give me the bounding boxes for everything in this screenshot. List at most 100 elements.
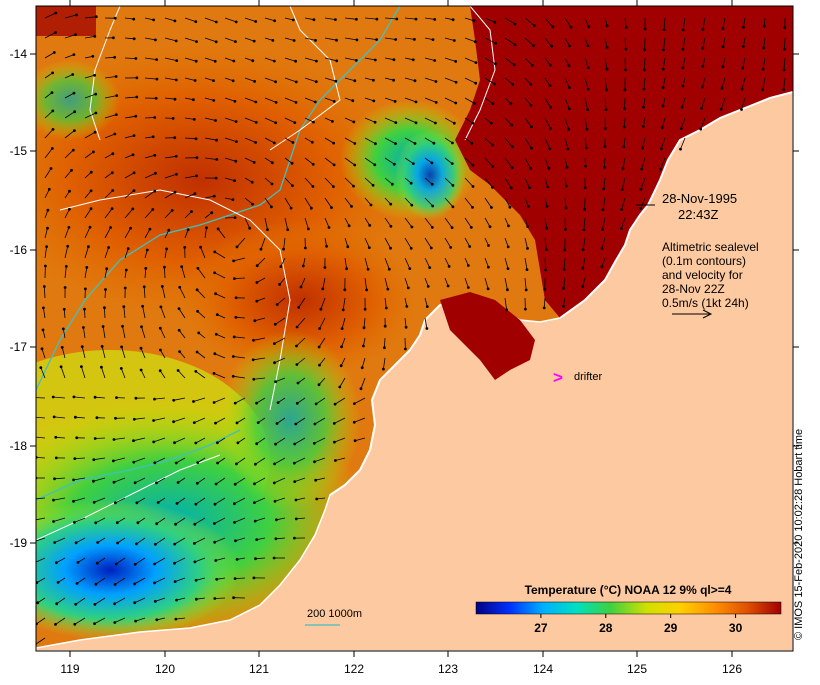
velocity-arrow-head (93, 501, 96, 504)
velocity-arrow-head (604, 127, 607, 130)
velocity-arrow-head (546, 186, 549, 189)
velocity-arrow-head (111, 171, 114, 174)
velocity-arrow-head (530, 126, 533, 129)
velocity-arrow-head (292, 141, 295, 144)
velocity-arrow-head (307, 228, 310, 231)
velocity-arrow-head (256, 281, 259, 284)
velocity-arrow-head (33, 498, 36, 501)
velocity-arrow-head (338, 386, 341, 389)
velocity-arrow-head (194, 20, 197, 23)
velocity-arrow-head (64, 286, 67, 289)
velocity-arrow-head (124, 287, 127, 290)
velocity-arrow-head (73, 129, 76, 132)
colorbar-tick-label: 29 (664, 621, 678, 635)
velocity-arrow-head (682, 48, 685, 51)
velocity-arrow-head (90, 189, 93, 192)
velocity-arrow-head (134, 481, 137, 484)
velocity-arrow-head (255, 300, 258, 303)
velocity-arrow-head (312, 121, 315, 124)
velocity-arrow-head (362, 345, 365, 348)
velocity-arrow-head (452, 184, 455, 187)
velocity-arrow-head (75, 541, 78, 544)
velocity-arrow-head (304, 247, 307, 250)
velocity-arrow-head (296, 402, 299, 405)
velocity-arrow-head (602, 188, 605, 191)
velocity-arrow-head (197, 332, 200, 335)
velocity-arrow-head (214, 422, 217, 425)
velocity-arrow-head (426, 305, 429, 308)
velocity-arrow-head (473, 102, 476, 105)
velocity-arrow-head (172, 117, 175, 120)
velocity-arrow-head (232, 355, 235, 358)
velocity-arrow-head (252, 378, 255, 381)
velocity-arrow-head (623, 107, 626, 110)
velocity-arrow-head (532, 44, 535, 47)
velocity-arrow-head (71, 73, 74, 76)
velocity-arrow-head (234, 402, 237, 405)
velocity-arrow-head (363, 326, 366, 329)
velocity-arrow-head (494, 42, 497, 45)
velocity-arrow-head (453, 39, 456, 42)
velocity-arrow-head (55, 457, 58, 460)
velocity-arrow-head (661, 126, 664, 129)
velocity-arrow-head (604, 145, 607, 148)
velocity-arrow-head (333, 100, 336, 103)
date-line-1: 28-Nov-1995 (662, 191, 737, 206)
velocity-arrow-head (294, 60, 297, 63)
velocity-arrow-head (640, 168, 643, 171)
velocity-arrow-head (662, 105, 665, 108)
velocity-arrow-head (116, 542, 119, 545)
velocity-arrow-head (132, 18, 135, 21)
velocity-arrow-head (471, 164, 474, 167)
velocity-arrow-head (172, 399, 175, 402)
velocity-arrow-head (232, 60, 235, 63)
lat-label: -18 (10, 439, 28, 453)
velocity-arrow-head (53, 541, 56, 544)
velocity-arrow-head (490, 206, 493, 209)
velocity-arrow-head (274, 80, 277, 83)
velocity-arrow-head (92, 151, 95, 154)
velocity-arrow-head (601, 265, 604, 268)
velocity-arrow-head (140, 369, 143, 372)
velocity-arrow-head (682, 29, 685, 32)
velocity-arrow-head (368, 224, 371, 227)
velocity-arrow-head (642, 125, 645, 128)
velocity-arrow-head (235, 21, 238, 24)
velocity-arrow-head (92, 458, 95, 461)
velocity-arrow-head (333, 164, 336, 167)
velocity-arrow-head (55, 561, 58, 564)
velocity-arrow-head (587, 88, 590, 91)
velocity-arrow-head (266, 228, 269, 231)
velocity-arrow-head (393, 163, 396, 166)
velocity-arrow-head (273, 482, 276, 485)
velocity-arrow-head (505, 308, 508, 311)
velocity-arrow-head (94, 396, 97, 399)
velocity-arrow-head (293, 39, 296, 42)
velocity-arrow-head (353, 142, 356, 145)
velocity-arrow-head (214, 292, 217, 295)
velocity-arrow-head (393, 58, 396, 61)
velocity-arrow-head (581, 267, 584, 270)
velocity-arrow-head (151, 208, 154, 211)
velocity-arrow-head (214, 119, 217, 122)
velocity-arrow-head (183, 246, 186, 249)
velocity-arrow-head (507, 225, 510, 228)
velocity-arrow-head (51, 110, 54, 113)
velocity-arrow-head (642, 106, 645, 109)
velocity-arrow-head (84, 288, 87, 291)
velocity-arrow-head (353, 402, 356, 405)
velocity-arrow-head (606, 24, 609, 27)
velocity-arrow-head (620, 208, 623, 211)
velocity-arrow-head (544, 269, 547, 272)
velocity-arrow-head (111, 207, 114, 210)
velocity-arrow-head (543, 288, 546, 291)
velocity-arrow-head (133, 418, 136, 421)
velocity-arrow-head (293, 537, 296, 540)
velocity-arrow-head (213, 522, 216, 525)
velocity-arrow-head (51, 72, 54, 75)
velocity-arrow-head (762, 68, 765, 71)
velocity-arrow-head (741, 88, 744, 91)
velocity-arrow-head (487, 266, 490, 269)
velocity-arrow-head (296, 326, 299, 329)
velocity-arrow-head (568, 108, 571, 111)
